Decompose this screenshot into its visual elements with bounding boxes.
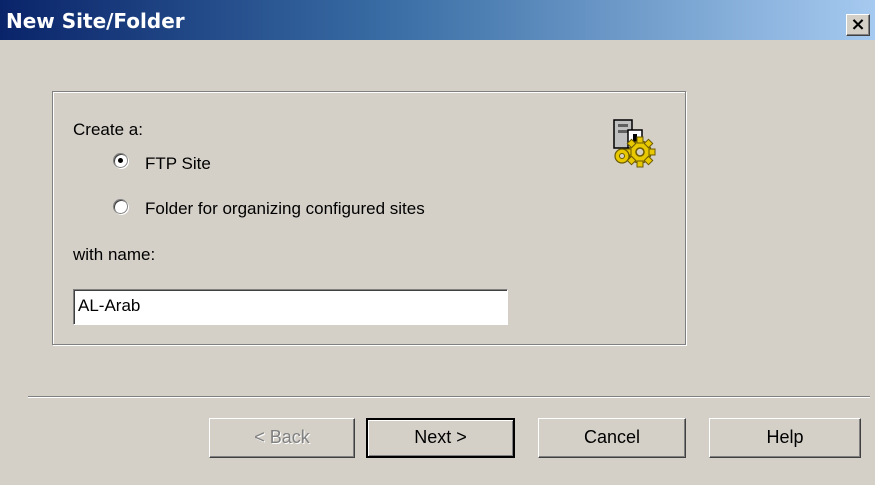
title-bar: New Site/Folder	[0, 0, 875, 40]
create-label: Create a:	[73, 120, 143, 139]
ftp-site-gear-icon	[613, 119, 656, 168]
name-input[interactable]: AL-Arab	[73, 289, 508, 325]
next-button[interactable]: Next >	[366, 418, 515, 458]
close-button[interactable]: ×	[846, 14, 870, 36]
button-separator	[28, 396, 870, 398]
back-button[interactable]: < Back	[209, 418, 355, 458]
help-button[interactable]: Help	[709, 418, 861, 458]
cancel-button[interactable]: Cancel	[538, 418, 686, 458]
window-title: New Site/Folder	[6, 9, 185, 33]
ftp-site-radio[interactable]	[113, 153, 128, 168]
close-icon: ×	[850, 14, 866, 35]
name-label: with name:	[73, 245, 156, 264]
folder-radio[interactable]	[113, 199, 128, 214]
ftp-site-radio-label[interactable]: FTP Site	[145, 154, 211, 174]
folder-radio-label[interactable]: Folder for organizing configured sites	[145, 199, 425, 219]
